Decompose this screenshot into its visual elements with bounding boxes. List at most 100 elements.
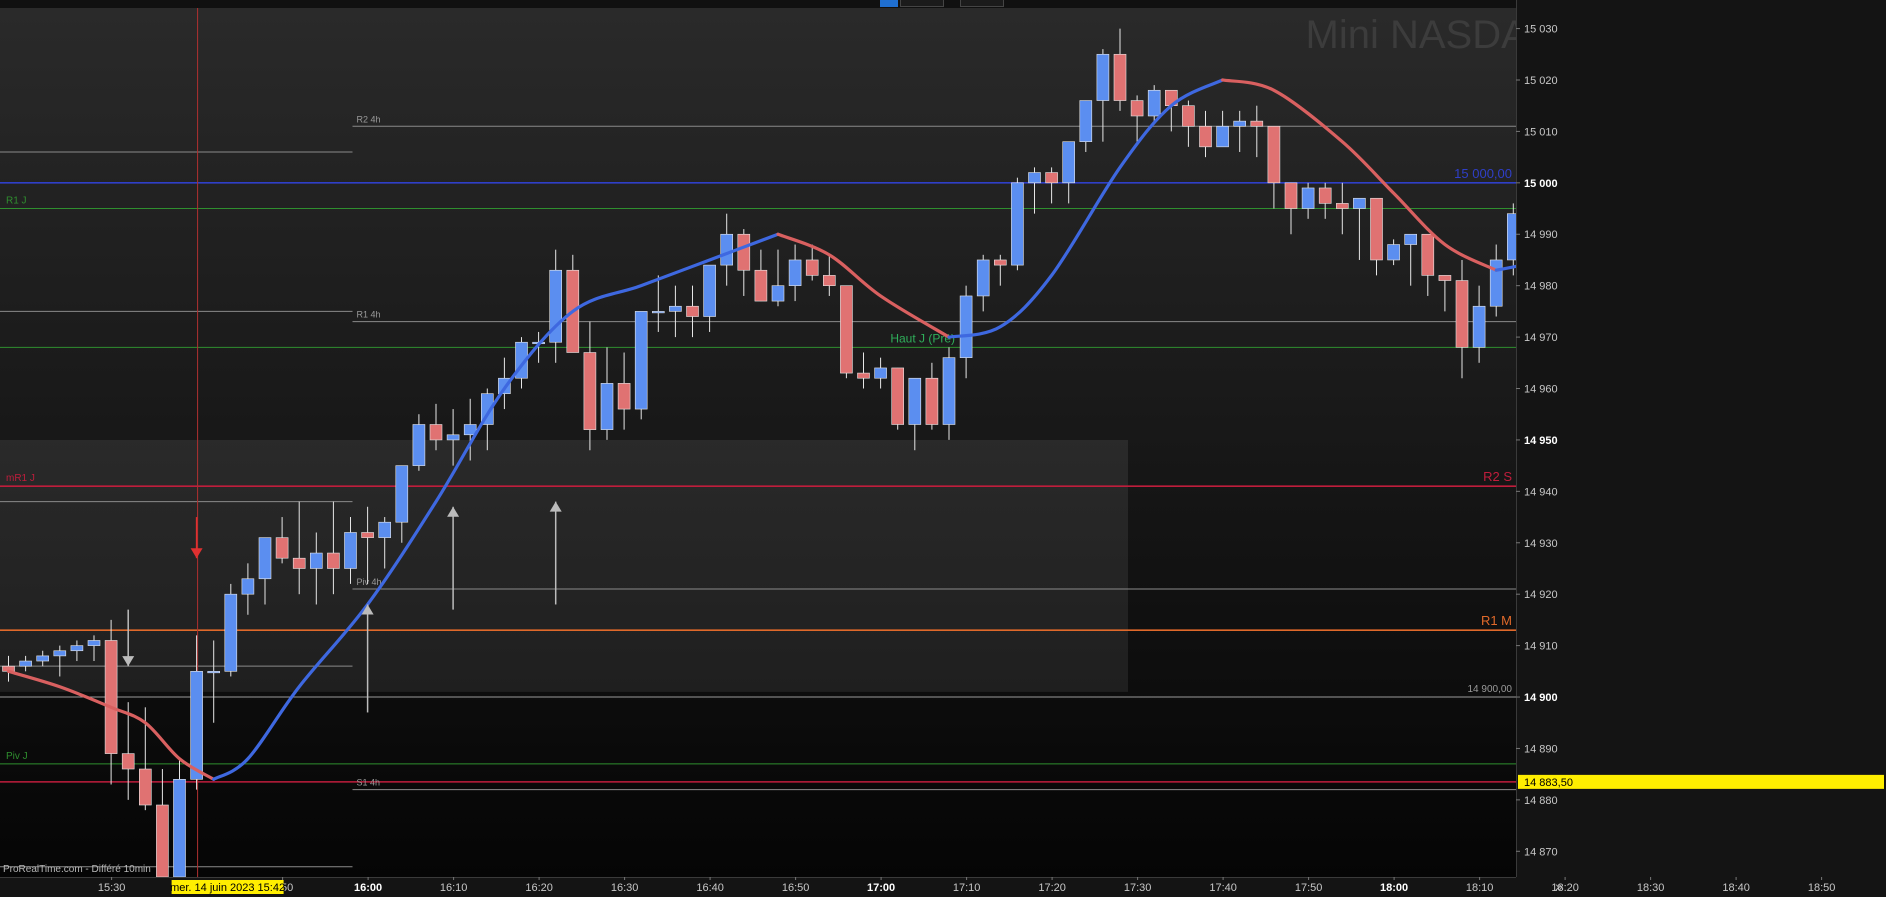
candle-body bbox=[1062, 141, 1075, 184]
price-chart[interactable]: Mini NASDAQ100 Only0623R2 4h15 000,00R1 … bbox=[0, 0, 1886, 897]
time-tick-label: 17:20 bbox=[1038, 882, 1066, 894]
candle-body bbox=[583, 352, 597, 430]
candle-body bbox=[1267, 125, 1281, 184]
candle-body bbox=[1028, 172, 1041, 184]
candle-body bbox=[19, 660, 32, 667]
time-tick-label: 16:20 bbox=[525, 882, 553, 894]
level-label: mR1 J bbox=[6, 473, 35, 484]
candle-body bbox=[309, 552, 323, 569]
candle-body bbox=[771, 285, 785, 302]
price-tick-label: 15 030 bbox=[1524, 24, 1558, 36]
candle-body bbox=[1301, 187, 1315, 209]
candle-body bbox=[788, 259, 802, 286]
candle-body bbox=[70, 645, 84, 652]
level-label: R2 S bbox=[1483, 469, 1512, 484]
candle-body bbox=[1147, 89, 1161, 117]
candle-body bbox=[617, 383, 631, 410]
price-tick-label: 14 910 bbox=[1524, 641, 1558, 653]
candle-body bbox=[1182, 105, 1195, 127]
candle-body bbox=[241, 578, 255, 595]
candle-body bbox=[173, 779, 186, 878]
candle-body bbox=[908, 377, 922, 425]
candle-body bbox=[1130, 100, 1144, 117]
candle-body bbox=[976, 259, 990, 297]
candle-body bbox=[53, 650, 67, 657]
candle-body bbox=[1336, 203, 1349, 209]
candle-body bbox=[1011, 182, 1024, 266]
price-tick-label: 14 950 bbox=[1524, 435, 1558, 447]
price-tick-label: 14 940 bbox=[1524, 486, 1558, 498]
candle-body bbox=[1079, 100, 1093, 142]
current-price-label: 14 883,50 bbox=[1524, 777, 1573, 789]
price-tick-label: 14 880 bbox=[1524, 795, 1558, 807]
candle-body bbox=[207, 671, 220, 674]
candle-body bbox=[1096, 53, 1110, 101]
candle-body bbox=[1370, 197, 1383, 261]
time-tick-label: 18:50 bbox=[1808, 882, 1836, 894]
candle-body bbox=[1438, 275, 1452, 281]
level-label: 15 000,00 bbox=[1454, 166, 1512, 181]
price-tick-label: 15 020 bbox=[1524, 75, 1558, 87]
top-toolbar bbox=[880, 0, 1010, 7]
candle-body bbox=[1216, 125, 1229, 148]
candle-body bbox=[395, 465, 409, 523]
candle-body bbox=[942, 357, 956, 425]
toolbar-field-1[interactable] bbox=[900, 0, 944, 7]
candle-body bbox=[925, 377, 939, 425]
toolbar-icon-box[interactable] bbox=[880, 0, 898, 7]
candle-body bbox=[1318, 187, 1332, 204]
price-tick-label: 14 930 bbox=[1524, 538, 1558, 550]
time-tick-label: 16:40 bbox=[696, 882, 724, 894]
candle-body bbox=[1284, 182, 1298, 209]
candle-body bbox=[840, 285, 853, 374]
time-tick-label: 16:50 bbox=[782, 882, 810, 894]
price-tick-label: 14 990 bbox=[1524, 229, 1558, 241]
candle-body bbox=[669, 305, 682, 312]
price-tick-label: 14 960 bbox=[1524, 384, 1558, 396]
candle-body bbox=[891, 367, 905, 425]
price-tick-label: 14 920 bbox=[1524, 589, 1558, 601]
candle-body bbox=[703, 264, 716, 317]
price-tick-label: 14 890 bbox=[1524, 743, 1558, 755]
candle-body bbox=[1472, 305, 1486, 348]
candle-body bbox=[1199, 125, 1212, 148]
time-tick-label: 17:00 bbox=[867, 882, 895, 894]
candle-body bbox=[87, 640, 101, 646]
candle-body bbox=[190, 671, 203, 780]
time-tick-label: 16:10 bbox=[440, 882, 468, 894]
candle-body bbox=[429, 424, 443, 441]
candle-body bbox=[634, 311, 648, 410]
time-tick-label: 15:30 bbox=[98, 882, 126, 894]
candle-body bbox=[1113, 53, 1127, 101]
time-tick-label: 18:30 bbox=[1637, 882, 1665, 894]
candle-body bbox=[1387, 244, 1400, 261]
price-tick-label: 14 980 bbox=[1524, 281, 1558, 293]
candle-body bbox=[1421, 233, 1435, 276]
candle-body bbox=[1353, 197, 1366, 209]
candle-body bbox=[412, 424, 426, 466]
candle-body bbox=[993, 259, 1007, 266]
time-tick-label: 18:40 bbox=[1722, 882, 1750, 894]
candle-body bbox=[327, 552, 340, 569]
cursor-date-label: mer. 14 juin 2023 15:42 bbox=[170, 882, 285, 894]
time-tick-label: 17:40 bbox=[1209, 882, 1237, 894]
price-tick-label: 14 970 bbox=[1524, 332, 1558, 344]
level-label: Piv J bbox=[6, 751, 28, 762]
candle-body bbox=[737, 233, 751, 271]
candle-body bbox=[1404, 233, 1417, 245]
time-tick-label: 16:30 bbox=[611, 882, 639, 894]
candle-body bbox=[121, 753, 135, 770]
level-label: 14 900,00 bbox=[1468, 684, 1513, 695]
candle-body bbox=[36, 655, 50, 662]
candle-body bbox=[275, 537, 289, 559]
candle-body bbox=[1250, 120, 1264, 127]
candle-body bbox=[805, 259, 819, 276]
candle-body bbox=[686, 305, 699, 317]
footer-watermark: ProRealTime.com - Différé 10min bbox=[3, 864, 151, 875]
candle-body bbox=[344, 532, 357, 569]
level-label: R2 4h bbox=[357, 114, 381, 124]
toolbar-field-2[interactable] bbox=[960, 0, 1004, 7]
candle-body bbox=[1233, 120, 1246, 127]
candle-body bbox=[258, 537, 272, 580]
level-label: R1 J bbox=[6, 196, 27, 207]
